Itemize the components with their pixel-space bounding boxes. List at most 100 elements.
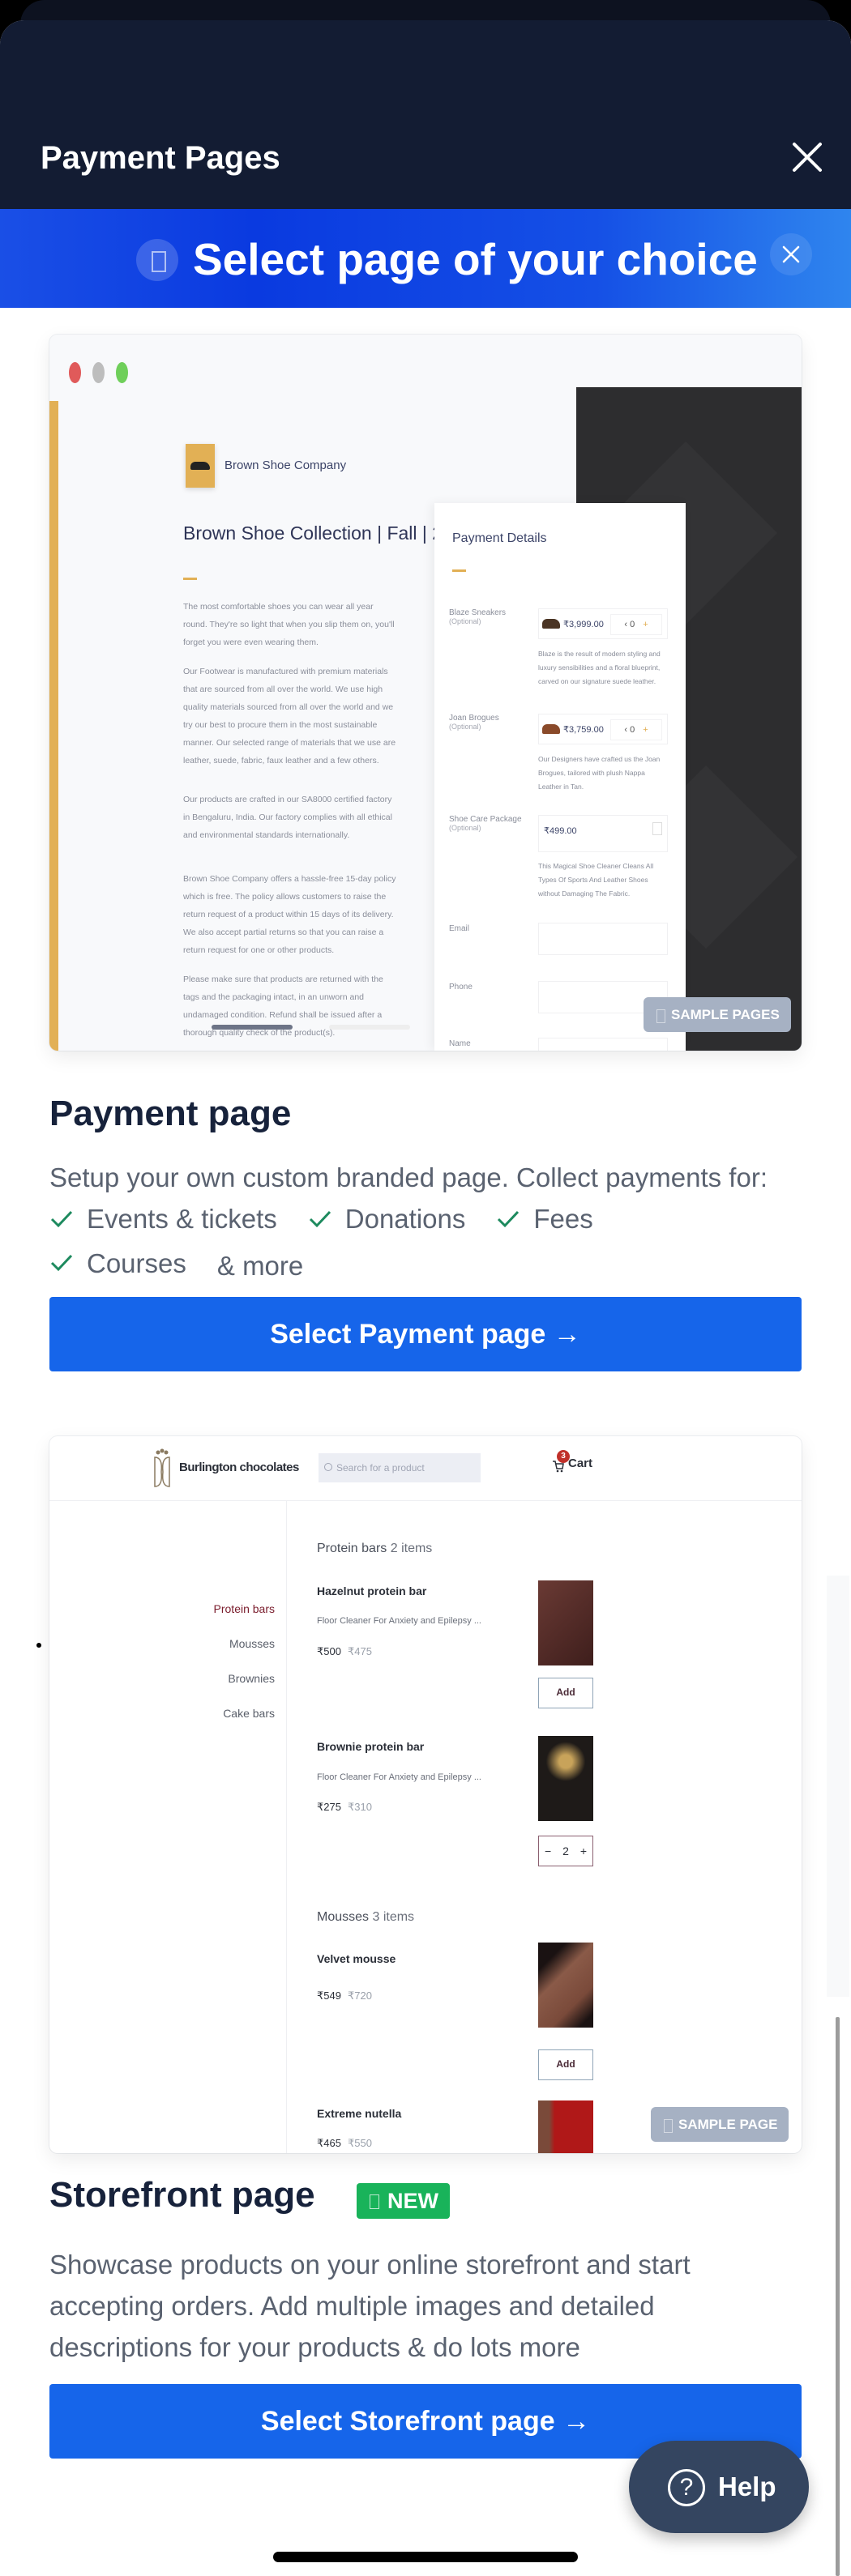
preview-paragraph: Please make sure that products are retur…	[183, 975, 383, 1038]
shoe-image	[542, 724, 560, 734]
field-label: Phone	[449, 983, 473, 992]
product-image	[538, 1943, 593, 2028]
cart-label: Cart	[568, 1456, 593, 1470]
item-name: Brownie protein bar	[317, 1740, 425, 1753]
add-button[interactable]: Add	[538, 1678, 593, 1708]
feature-item: Fees	[496, 1198, 593, 1239]
product-price: ₹3,999.00	[563, 620, 604, 629]
category-sidebar: Protein bars Mousses Brownies Cake bars	[49, 1501, 287, 2153]
new-badge: NEW	[357, 2183, 450, 2219]
window-dot-red	[69, 362, 81, 383]
select-payment-page-button[interactable]: Select Payment page →	[49, 1297, 802, 1371]
help-icon: ?	[668, 2469, 705, 2506]
banner-close-button[interactable]	[770, 233, 812, 275]
scrollbar[interactable]	[836, 2017, 840, 2576]
quantity-stepper[interactable]: ‹ 0 +	[610, 719, 662, 740]
feature-item: Donations	[308, 1198, 465, 1239]
banner-text: Select page of your choice	[193, 234, 758, 284]
sample-page-badge[interactable]: SAMPLE PAGE	[651, 2107, 789, 2142]
store-logo-icon	[154, 1448, 170, 1487]
preview-paragraph: The most comfortable shoes you can wear …	[183, 602, 395, 647]
check-icon	[50, 1210, 73, 1227]
item-price: ₹465 ₹550	[317, 2137, 372, 2149]
product-label: Shoe Care Package (Optional)	[449, 815, 522, 832]
add-button[interactable]: Add	[538, 2049, 593, 2080]
quantity-stepper[interactable]: −2 +	[538, 1836, 593, 1866]
storefront-page-description: Showcase products on your online storefr…	[49, 2250, 691, 2362]
payment-page-title: Payment page	[49, 1094, 292, 1133]
name-field[interactable]	[538, 1038, 668, 1051]
store-search-input[interactable]: Search for a product	[319, 1453, 481, 1482]
group-heading: Mousses 3 items	[317, 1910, 415, 1924]
help-button[interactable]: ? Help	[629, 2441, 809, 2533]
window-dot-green	[116, 362, 128, 383]
item-name: Extreme nutella	[317, 2107, 402, 2120]
product-row: ₹3,999.00 ‹ 0 +	[538, 608, 668, 639]
item-price: ₹549 ₹720	[317, 1990, 372, 2002]
field-label: Name	[449, 1039, 471, 1048]
product-row: ₹499.00	[538, 815, 668, 852]
preview-paragraph: Our Footwear is manufactured with premiu…	[183, 667, 396, 766]
product-price: ₹499.00	[544, 826, 577, 836]
header-title: Payment Pages	[41, 140, 280, 176]
product-desc: Our Designers have crafted us the Joan B…	[538, 755, 661, 791]
item-name: Velvet mousse	[317, 1952, 396, 1965]
check-icon	[50, 1254, 73, 1272]
checkbox[interactable]	[652, 822, 662, 835]
item-desc: Floor Cleaner For Anxiety and Epilepsy .…	[317, 1616, 481, 1626]
store-name: Burlington chocolates	[179, 1461, 299, 1474]
email-field[interactable]	[538, 923, 668, 955]
item-price: ₹275 ₹310	[317, 1801, 372, 1813]
sample-pages-badge[interactable]: SAMPLE PAGES	[644, 997, 791, 1032]
product-desc: This Magical Shoe Cleaner Cleans All Typ…	[538, 862, 654, 898]
quantity-stepper[interactable]: ‹ 0 +	[610, 614, 662, 635]
window-dot-gray	[92, 362, 105, 383]
payment-page-description: Setup your own custom branded page. Coll…	[49, 1157, 811, 1286]
feature-list: Courses & more	[49, 1243, 811, 1287]
storefront-page-title: Storefront page	[49, 2175, 315, 2215]
product-image	[538, 2100, 593, 2153]
payment-page-preview[interactable]: Brown Shoe Company Brown Shoe Collection…	[49, 335, 802, 1051]
store-header: Burlington chocolates Search for a produ…	[49, 1436, 802, 1501]
preview-scroll-pill	[329, 1025, 410, 1030]
group-heading: Protein bars 2 items	[317, 1542, 433, 1555]
home-indicator[interactable]	[273, 2552, 578, 2562]
close-icon	[793, 143, 822, 172]
category-item[interactable]: Protein bars	[214, 1602, 275, 1615]
header-bar: Payment Pages	[0, 20, 851, 209]
preview-brand: Brown Shoe Company	[225, 458, 347, 472]
preview-paragraph: Brown Shoe Company offers a hassle-free …	[183, 874, 396, 955]
storefront-page-preview[interactable]: Burlington chocolates Search for a produ…	[49, 1436, 802, 2153]
cart-button[interactable]: 3 Cart	[552, 1450, 593, 1473]
window-controls	[69, 362, 128, 383]
help-label: Help	[718, 2472, 776, 2501]
category-item[interactable]: Cake bars	[223, 1707, 275, 1720]
close-button[interactable]	[788, 138, 827, 177]
feature-list: Events & tickets Donations Fees	[49, 1198, 811, 1243]
preview-paragraph: Our products are crafted in our SA8000 c…	[183, 795, 392, 840]
product-image	[538, 1580, 593, 1665]
item-price: ₹500 ₹475	[317, 1645, 372, 1657]
category-item[interactable]: Mousses	[229, 1637, 275, 1650]
title-underline	[183, 578, 197, 580]
category-item[interactable]: Brownies	[228, 1672, 275, 1685]
panel-underline	[452, 569, 466, 572]
product-row: ₹3,759.00 ‹ 0 +	[538, 714, 668, 744]
product-desc: Blaze is the result of modern styling an…	[538, 650, 661, 685]
page-icon	[136, 239, 178, 281]
shoe-logo-icon	[186, 444, 215, 488]
check-icon	[498, 1210, 520, 1227]
item-name: Hazelnut protein bar	[317, 1584, 427, 1597]
product-label: Blaze Sneakers (Optional)	[449, 608, 507, 625]
select-page-banner: Select page of your choice	[0, 209, 851, 308]
feature-item: Courses	[49, 1243, 186, 1284]
cart-count-badge: 3	[557, 1450, 570, 1463]
preview-collection-title: Brown Shoe Collection | Fall | 2019	[183, 522, 474, 544]
accent-bar	[49, 401, 58, 1051]
field-label: Email	[449, 924, 470, 933]
feature-more: & more	[216, 1251, 304, 1281]
stray-dot	[36, 1643, 41, 1648]
payment-details-panel: Payment Details Blaze Sneakers (Optional)…	[434, 503, 686, 1051]
description-text: Setup your own custom branded page. Coll…	[49, 1162, 768, 1192]
panel-title: Payment Details	[452, 531, 547, 545]
